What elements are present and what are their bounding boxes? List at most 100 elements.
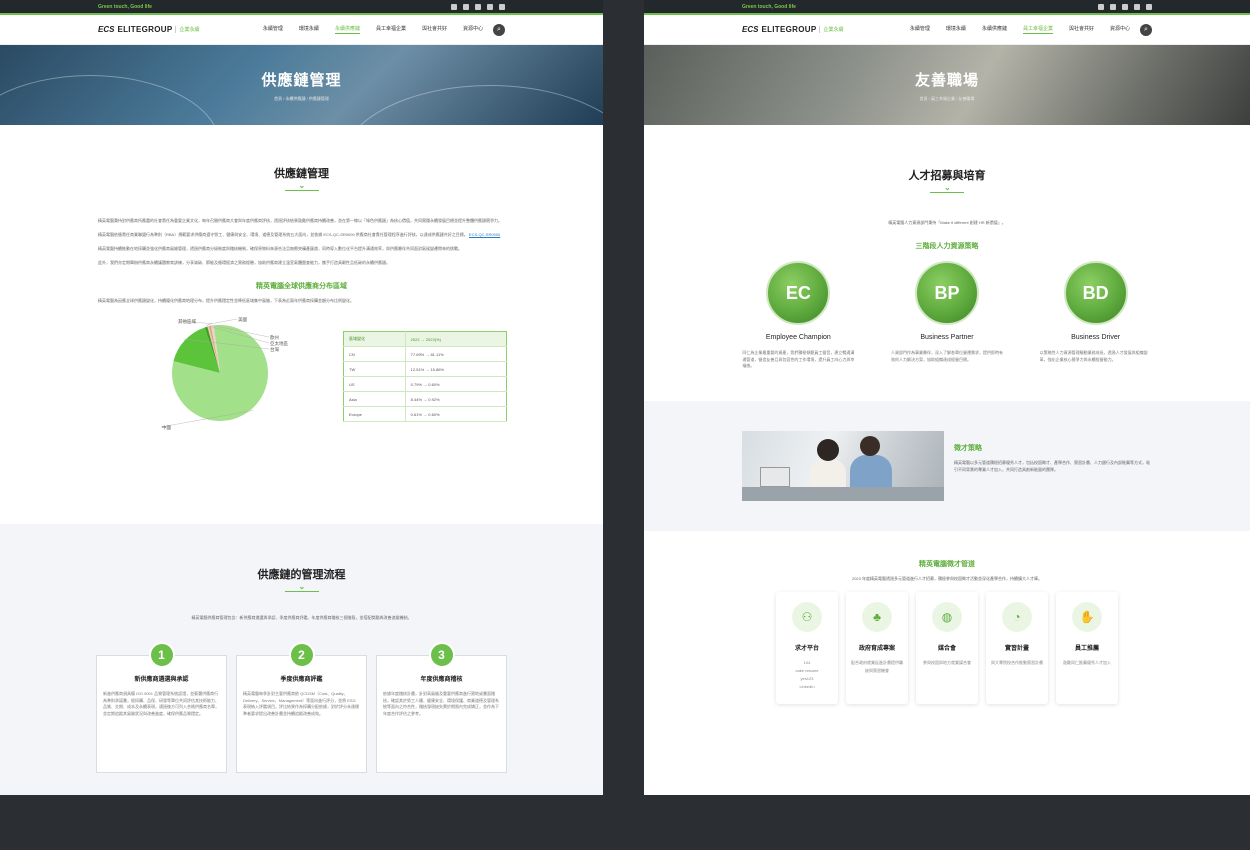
strategy-badge: BP Business Partner 人資部門作為事業夥伴，深入了解各單位營運… <box>887 261 1007 370</box>
step-text: 精英電腦每季針對主要供應商依 QCDSM（Cost、Quality、Delive… <box>243 691 359 716</box>
channel-tile[interactable]: ⚇ 求才平台 104 cake resume yes123 LinkedIn <box>776 592 838 704</box>
badge-name: Business Driver <box>1071 334 1121 341</box>
top-bar: Green touch, Good life <box>644 0 1250 15</box>
facebook-icon[interactable] <box>1098 3 1104 10</box>
process-intro: 精英電腦供應商管理包含：新供應商遴選與承認、季度供應商評鑑、年度供應商稽核三個階… <box>191 615 412 620</box>
youtube-icon[interactable] <box>463 3 469 10</box>
strategy-badge: EC Employee Champion 同仁為企業最重要的資產，我們積極傾聽員… <box>738 261 858 370</box>
title-divider <box>284 582 319 594</box>
procedure-link[interactable]: ECS-QC-SR0000 <box>469 232 500 237</box>
map-description: 精英電腦為因應全球供應鏈變化，持續優化供應商地理分布，提升供應穩定性並降低區域集… <box>98 298 354 303</box>
youtube-icon[interactable] <box>1110 3 1116 10</box>
channel-tile[interactable]: ◔ 實習計畫 與大專院校合作推動實習計畫 <box>986 592 1048 704</box>
tile-line: 鼓勵同仁推薦優秀人才加入 <box>1063 660 1111 665</box>
supply-chain-page: Green touch, Good life ECS ELITEGROUP 企業… <box>0 0 603 795</box>
step-title: 年度供應商稽核 <box>420 677 463 683</box>
table-cell: US <box>343 376 406 392</box>
nav-item[interactable]: 環境永續 <box>299 25 319 34</box>
hero-title: 供應鏈管理 <box>261 70 342 89</box>
logo-mark: ECS <box>98 25 115 34</box>
tile-line: yes123 <box>800 676 814 681</box>
channel-tile[interactable]: ◍ 媒合會 參與校園與地方就業媒合會 <box>916 592 978 704</box>
paragraph: 精英電腦秉持對供應商所應盡的社會責任為重要企業文化，每年召開供應商大會與年度供應… <box>98 218 502 223</box>
tile-line: LinkedIn <box>799 684 815 689</box>
logo-name: ELITEGROUP <box>117 25 173 34</box>
tile-title: 媒合會 <box>937 646 956 652</box>
instagram-icon[interactable] <box>1146 3 1152 10</box>
supply-chain-section: 供應鏈管理 精英電腦秉持對供應商所應盡的社會責任為重要企業文化，每年召開供應商大… <box>0 125 603 431</box>
bd-badge-icon: BD <box>1063 261 1128 325</box>
facebook-icon[interactable] <box>451 3 457 10</box>
nav-item[interactable]: 與社會共好 <box>1069 25 1094 34</box>
sprout-icon: ♣ <box>862 602 892 632</box>
table-cell: 0.79% → 0.60% <box>404 376 507 392</box>
pie-label: 其他區域 <box>178 318 196 325</box>
pie-label: 歐州 <box>270 334 279 341</box>
recruit-text: 精英電腦以多元管道積極招募優秀人才，包括校園徵才、產學合作、實習計畫、人力銀行及… <box>954 460 1150 472</box>
nav-item[interactable]: 永續管理 <box>263 25 283 34</box>
tile-title: 員工推薦 <box>1074 646 1099 652</box>
friendly-workplace-page: Green touch, Good life ECS ELITEGROUP 企業… <box>644 0 1250 795</box>
title-divider <box>284 181 319 193</box>
breadcrumb: 首頁 / 永續供應鏈 / 供應鏈管理 <box>274 95 329 101</box>
step-number: 1 <box>148 642 175 668</box>
process-section: 供應鏈的管理流程 精英電腦供應商管理包含：新供應商遴選與承認、季度供應商評鑑、年… <box>0 524 603 795</box>
paragraph-text: 精英電腦依循責任商業聯盟行為準則（RBA）規範要求供應商遵守勞工、健康與安全、環… <box>98 232 468 237</box>
step-text: 依據年度稽核計畫，針對高風險及重要供應商進行實地或書面稽核，確認其於勞工人權、健… <box>383 691 499 716</box>
step-title: 季度供應商評鑑 <box>280 677 323 683</box>
hero-banner: 友善職場 首頁 / 員工幸福企業 / 友善職場 <box>644 45 1250 125</box>
table-row: Asia 8.44% → 0.92% <box>343 391 507 407</box>
nav-item[interactable]: 永續供應鏈 <box>982 25 1007 34</box>
badge-text: 人資部門作為事業夥伴，深入了解各單位營運需求，提供即時有效的人力解決方案，協助組… <box>890 350 1003 362</box>
table-cell: CN <box>343 346 406 362</box>
table-cell: 77.69% → 81.11% <box>404 346 507 362</box>
channel-tile[interactable]: ♣ 政府育成專案 配合政府就業促進計畫提供職缺與實習機會 <box>846 592 908 704</box>
pie-leader-line <box>209 318 238 325</box>
tile-line: 配合政府就業促進計畫提供職缺與實習機會 <box>851 660 903 673</box>
search-icon[interactable]: ⌕ <box>1140 23 1152 36</box>
linkedin-icon[interactable] <box>1134 3 1140 10</box>
step-number: 2 <box>288 642 315 668</box>
nav-item-active[interactable]: 員工幸福企業 <box>1022 25 1053 34</box>
photo-desk <box>742 487 944 501</box>
hr-strategy-badges: EC Employee Champion 同仁為企業最重要的資產，我們積極傾聽員… <box>724 261 1170 370</box>
x-icon[interactable] <box>475 3 481 10</box>
nav-item[interactable]: 員工幸福企業 <box>376 25 406 34</box>
paragraph: 精英電腦依循責任商業聯盟行為準則（RBA）規範要求供應商遵守勞工、健康與安全、環… <box>98 231 505 238</box>
logo[interactable]: ECS ELITEGROUP 企業永續 <box>742 25 892 34</box>
logo-sub: 企業永續 <box>819 26 843 33</box>
table-cell: 12.51% → 15.86% <box>404 361 507 377</box>
nav-item[interactable]: 與社會共好 <box>422 25 447 34</box>
table-row: Europe 0.61% → 0.60% <box>343 406 507 422</box>
nav-item[interactable]: 資源中心 <box>463 25 483 34</box>
step-card: 季度供應商評鑑 精英電腦每季針對主要供應商依 QCDSM（Cost、Qualit… <box>236 655 367 773</box>
paragraph: 此外，我們亦定期舉辦供應商永續議題教育訓練，分享減碳、節能及循環經濟之實務經驗，… <box>98 260 390 265</box>
x-icon[interactable] <box>1122 3 1128 10</box>
social-links <box>1098 3 1152 10</box>
channel-tile[interactable]: ✋ 員工推薦 鼓勵同仁推薦優秀人才加入 <box>1056 592 1118 704</box>
gauge-icon: ◔ <box>1002 602 1032 632</box>
nav-item[interactable]: 永續管理 <box>910 25 930 34</box>
tile-title: 政府育成專案 <box>858 646 895 652</box>
channels-intro: 2023 年度精英電腦透過多元管道進行人才招募，積極參與校園徵才活動並深化產學合… <box>851 576 1042 581</box>
tile-title: 實習計畫 <box>1004 646 1029 652</box>
title-divider <box>930 183 964 195</box>
search-icon[interactable]: ⌕ <box>493 23 505 36</box>
nav-item-active[interactable]: 永續供應鏈 <box>334 25 360 34</box>
step-number: 3 <box>428 642 455 668</box>
linkedin-icon[interactable] <box>487 3 493 10</box>
logo[interactable]: ECS ELITEGROUP 企業永續 <box>98 25 248 34</box>
photo-figure <box>860 436 880 456</box>
section-title: 供應鏈的管理流程 <box>257 568 346 581</box>
logo-sub: 企業永續 <box>175 26 199 33</box>
nav-item[interactable]: 環境永續 <box>946 25 966 34</box>
bp-badge-icon: BP <box>914 261 979 325</box>
breadcrumb: 首頁 / 員工幸福企業 / 友善職場 <box>919 95 975 101</box>
process-step: 3 年度供應商稽核 依據年度稽核計畫，針對高風險及重要供應商進行實地或書面稽核，… <box>376 642 507 773</box>
photo-laptop <box>760 467 790 487</box>
pie-label: 亞太地區 <box>270 340 288 347</box>
nav-item[interactable]: 資源中心 <box>1110 25 1130 34</box>
logo-mark: ECS <box>742 25 759 34</box>
table-cell: TW <box>343 361 406 377</box>
instagram-icon[interactable] <box>499 3 505 10</box>
